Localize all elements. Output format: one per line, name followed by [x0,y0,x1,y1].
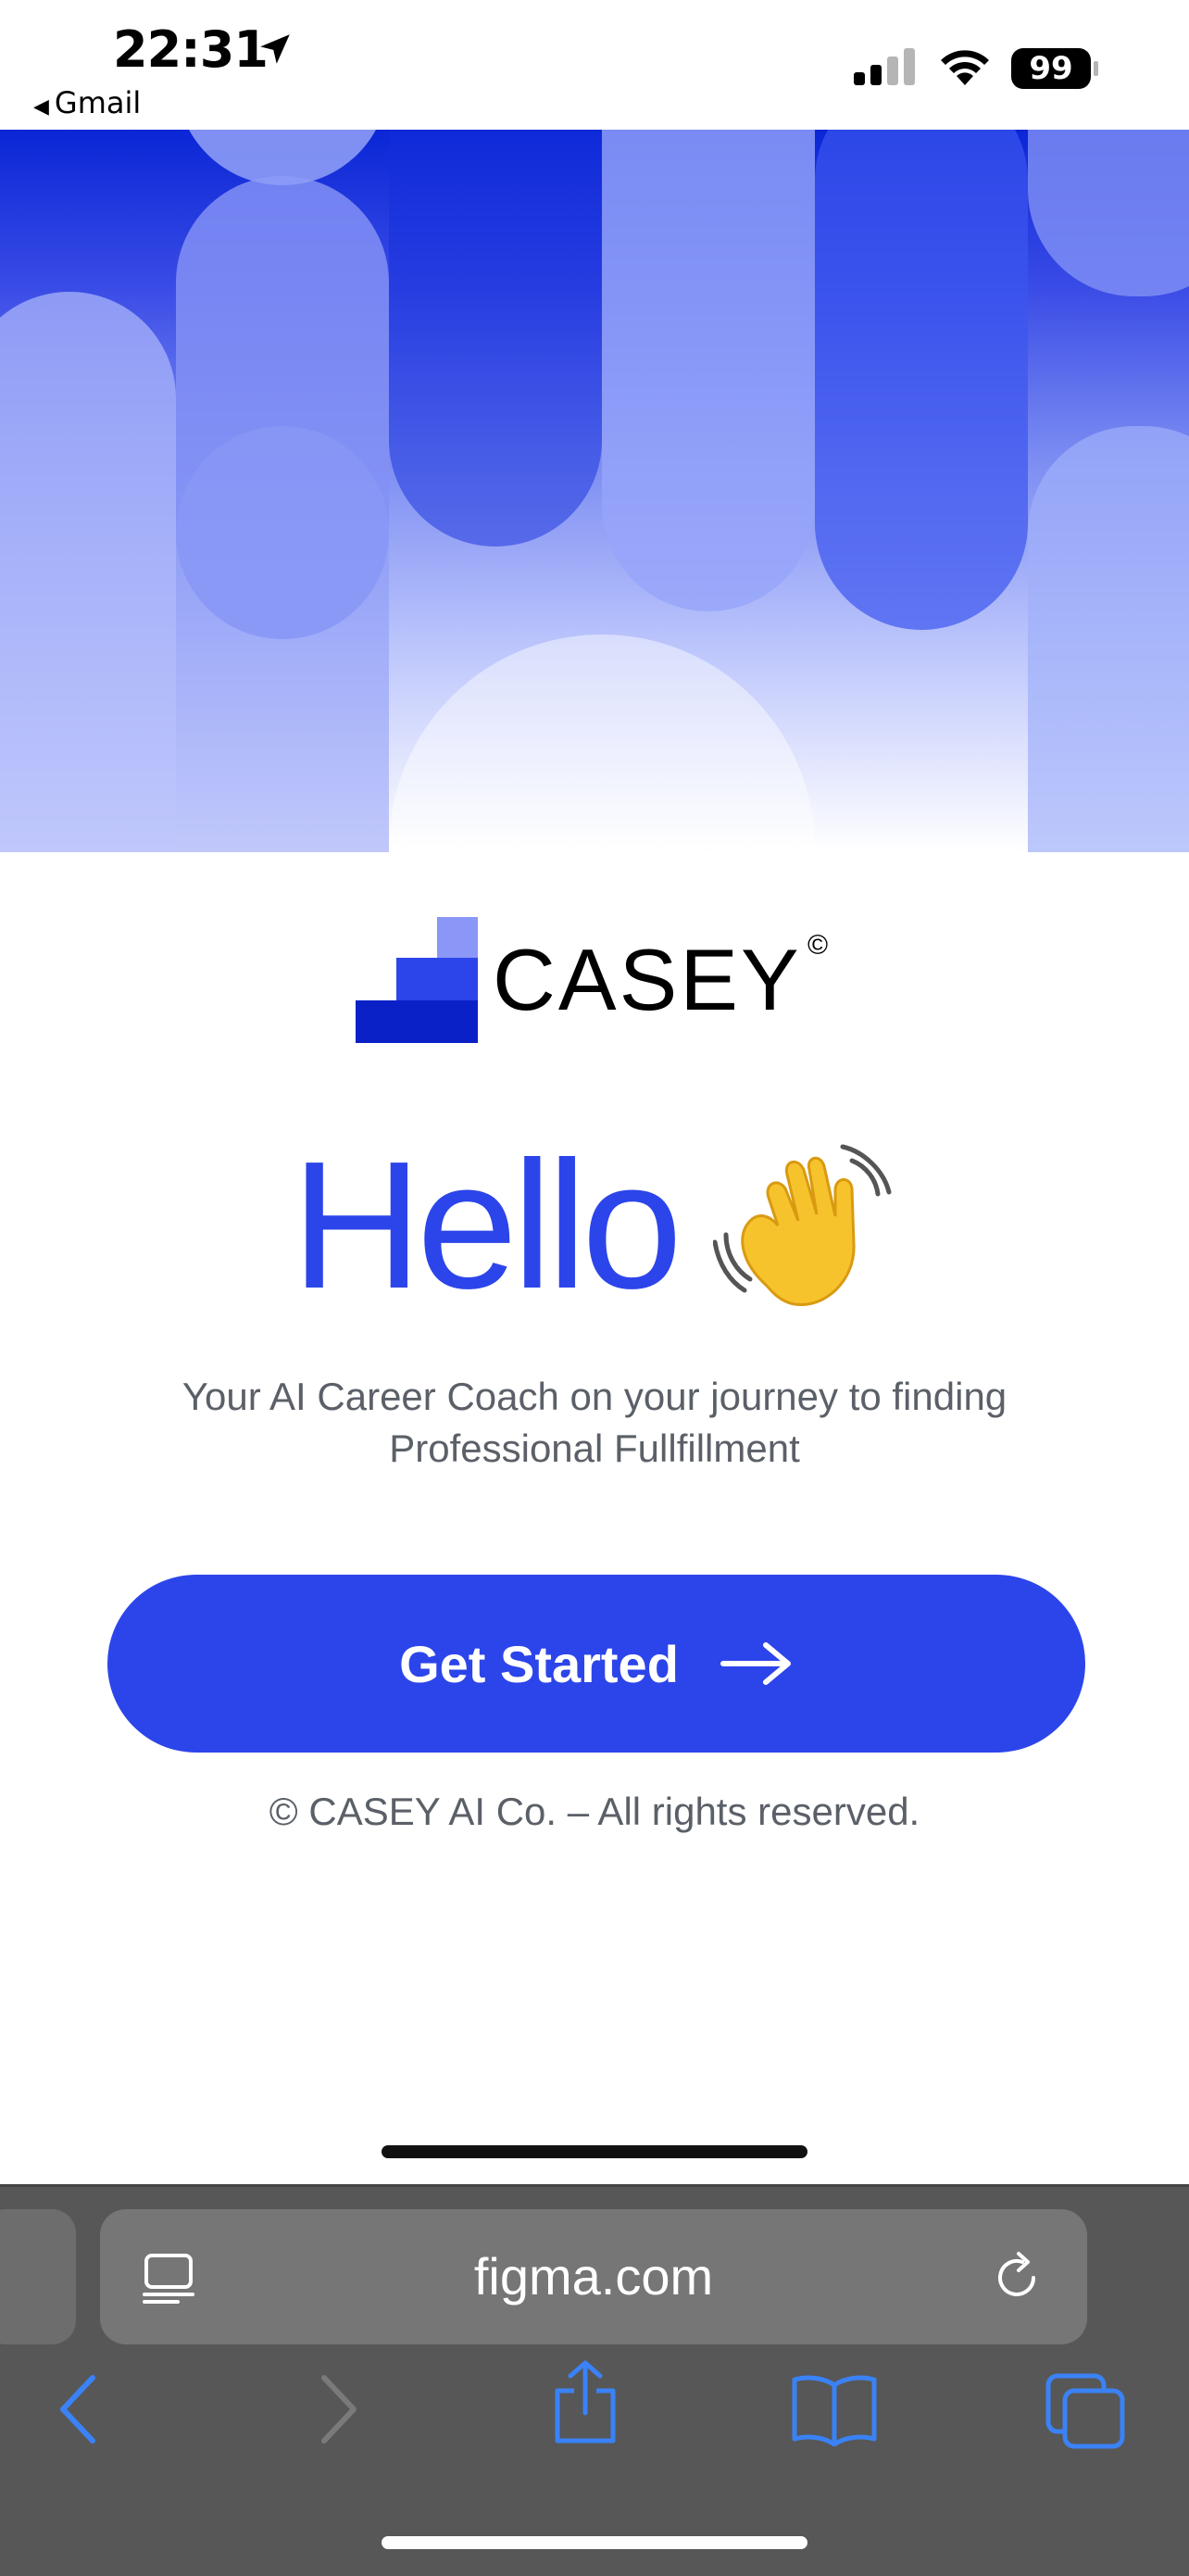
wifi-icon [941,50,989,85]
footer-copyright: © CASEY AI Co. – All rights reserved. [269,1790,920,1833]
decor-pill [389,635,815,852]
bookmarks-icon[interactable] [791,2372,878,2446]
greeting: Hello [0,1121,1189,1329]
decor-pill [0,292,176,852]
waving-hand-icon [712,1144,892,1306]
share-icon[interactable] [550,2359,620,2446]
back-triangle-icon: ◀ [33,95,49,119]
browser-bottom-bar: figma.com [0,2184,1189,2576]
greeting-text: Hello [291,1124,682,1326]
reload-icon[interactable] [989,2250,1045,2306]
decor-pill [815,130,1028,630]
location-arrow-icon [260,34,290,64]
brand-copyright-mark: © [807,930,829,961]
staircase-logo-icon [356,917,478,1043]
url-text: figma.com [473,2247,714,2306]
decor-pill [1028,130,1189,296]
casey-logo: CASEY © [356,917,856,1047]
tabs-icon[interactable] [1045,2372,1126,2450]
brand-name: CASEY [493,931,802,1028]
battery-indicator: 99 [1011,48,1100,94]
decor-pill [389,130,602,547]
back-chevron-icon[interactable] [56,2372,102,2446]
battery-percent: 99 [1029,50,1073,87]
previous-tab-stub[interactable] [0,2209,76,2344]
decor-pill [602,130,815,611]
forward-chevron-icon[interactable] [315,2372,361,2446]
arrow-right-icon [720,1642,791,1685]
address-bar[interactable]: figma.com [100,2209,1087,2344]
get-started-button[interactable]: Get Started [107,1575,1085,1753]
status-bar: 22:31 ◀ Gmail 99 [0,0,1189,130]
cellular-signal-icon [854,48,915,85]
home-indicator [382,2536,807,2549]
back-to-app-link[interactable]: ◀ Gmail [33,85,141,120]
decor-pill [1028,426,1189,852]
decor-pill [176,426,389,852]
page-home-indicator [382,2145,807,2158]
tagline: Your AI Career Coach on your journey to … [181,1375,1008,1470]
get-started-label: Get Started [399,1634,679,1693]
status-time: 22:31 [113,20,269,79]
hero-banner [0,130,1189,852]
back-app-label: Gmail [54,85,142,120]
decor-pill [176,130,389,185]
